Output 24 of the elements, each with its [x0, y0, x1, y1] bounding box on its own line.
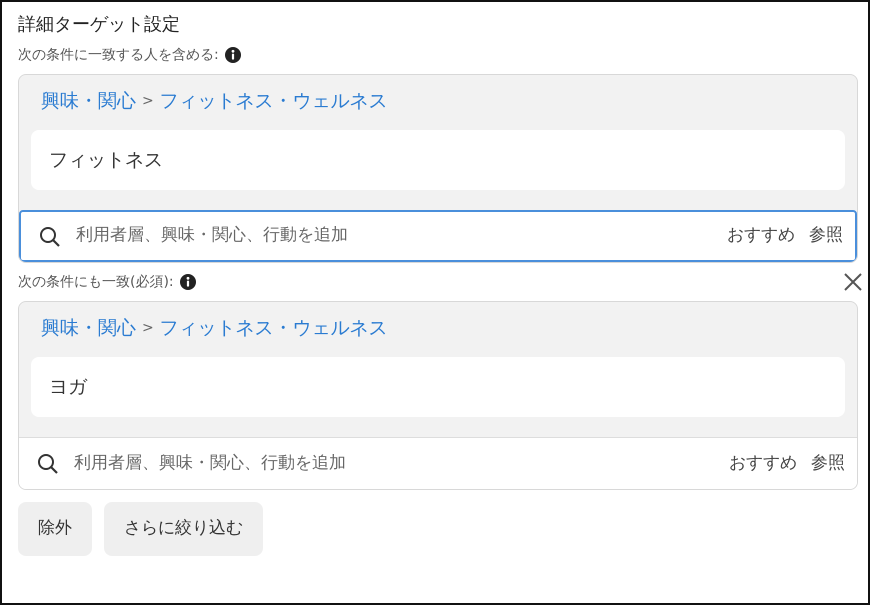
section-label: 次の条件にも一致(必須): [18, 272, 174, 292]
section-label: 次の条件に一致する人を含める: [18, 46, 219, 64]
search-field[interactable]: 利用者層、興味・関心、行動を追加 おすすめ 参照 [19, 437, 857, 489]
selected-interest: フィットネス [31, 130, 845, 190]
search-icon [39, 226, 60, 246]
breadcrumb-link[interactable]: フィットネス・ウェルネス [160, 87, 388, 116]
search-option-link[interactable]: おすすめ [727, 223, 795, 249]
breadcrumb-separator: > [142, 318, 154, 338]
breadcrumb-separator: > [142, 92, 154, 111]
search-option-link[interactable]: おすすめ [729, 450, 797, 476]
breadcrumb-link[interactable]: 興味・関心 [41, 87, 136, 116]
search-field[interactable]: 利用者層、興味・関心、行動を追加 おすすめ 参照 [19, 210, 857, 262]
search-option-link[interactable]: 参照 [809, 223, 843, 249]
action-button[interactable]: さらに絞り込む [104, 502, 263, 556]
search-icon [37, 453, 58, 474]
selected-interest: ヨガ [31, 356, 845, 417]
panel-title: 詳細ターゲット設定 [18, 13, 181, 37]
action-button[interactable]: 除外 [18, 502, 92, 556]
breadcrumb-link[interactable]: フィットネス・ウェルネス [160, 314, 388, 342]
info-icon[interactable] [180, 274, 196, 290]
search-option-link[interactable]: 参照 [811, 450, 845, 476]
breadcrumb-link[interactable]: 興味・関心 [41, 314, 136, 342]
close-button[interactable] [842, 271, 864, 293]
info-icon[interactable] [224, 47, 241, 63]
